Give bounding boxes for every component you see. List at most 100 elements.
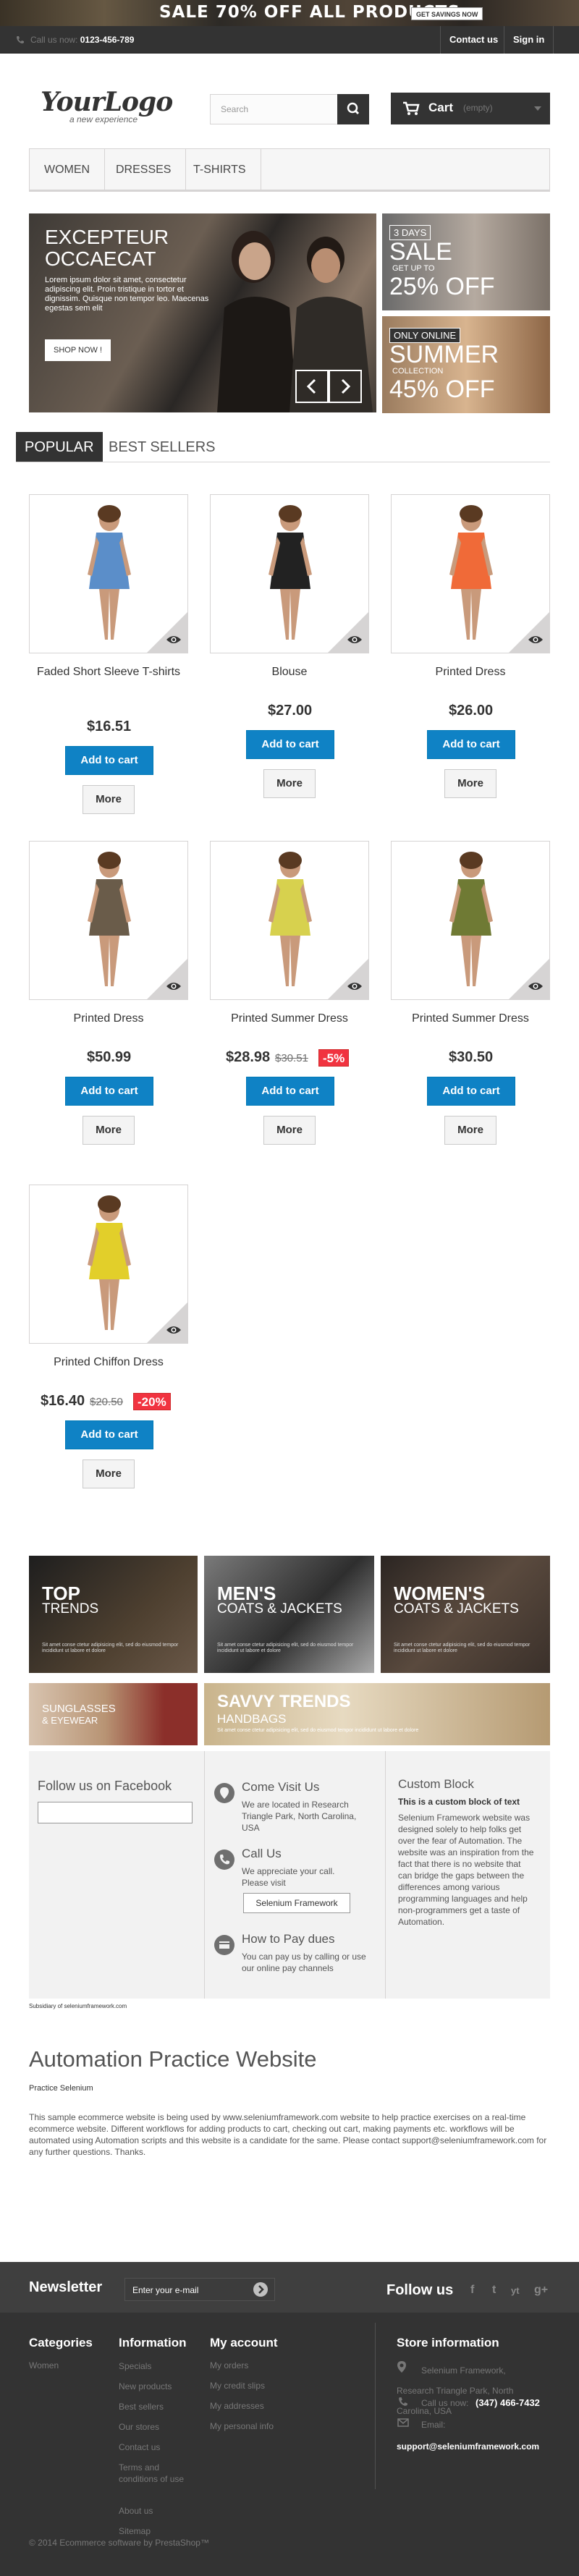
site-logo[interactable]: YourLogo a new experience <box>41 87 173 124</box>
more-button[interactable]: More <box>444 769 496 798</box>
footer-info-link[interactable]: Our stores <box>119 2421 188 2433</box>
banner-mens-coats[interactable]: MEN'S COATS & JACKETS Sit amet conse cte… <box>204 1556 374 1673</box>
product-name[interactable]: Printed Dress <box>29 1012 188 1026</box>
product-price: $50.99 <box>87 1049 132 1065</box>
footer-email[interactable]: support@seleniumframework.com <box>397 2441 539 2452</box>
footer-info-link[interactable]: Best sellers <box>119 2401 188 2412</box>
menu-item-dresses[interactable]: DRESSES <box>101 149 187 190</box>
menu-item-women[interactable]: WOMEN <box>30 149 106 190</box>
search-input[interactable]: Search <box>210 94 369 124</box>
search-button[interactable] <box>337 94 369 124</box>
banner-title: TOP <box>42 1583 80 1604</box>
follow-us-label: Follow us <box>386 2282 454 2298</box>
tab-popular[interactable]: POPULAR <box>16 432 103 462</box>
newsletter-email-input[interactable]: Enter your e-mail <box>124 2278 275 2301</box>
footer-account-title: My account <box>210 2336 278 2350</box>
product-image[interactable] <box>29 1185 188 1344</box>
banner-sub: & EYEWEAR <box>42 1715 98 1726</box>
about-body: This sample ecommerce website is being u… <box>29 2112 547 2157</box>
add-to-cart-button[interactable]: Add to cart <box>427 1077 515 1106</box>
footer-store-address: Selenium Framework, Research Triangle Pa… <box>397 2365 514 2416</box>
footer-account-link[interactable]: My credit slips <box>210 2381 265 2391</box>
shop-now-button[interactable]: SHOP NOW ! <box>45 339 111 361</box>
product-image[interactable] <box>29 841 188 1000</box>
tab-best-sellers[interactable]: BEST SELLERS <box>109 432 215 462</box>
product-image[interactable] <box>391 841 550 1000</box>
promo-summer-45[interactable]: ONLY ONLINE SUMMER COLLECTION 45% OFF <box>382 316 550 413</box>
promo-sale-25[interactable]: 3 DAYS SALE GET UP TO 25% OFF <box>382 213 550 310</box>
quick-view-corner <box>509 959 549 999</box>
add-to-cart-button[interactable]: Add to cart <box>65 1077 153 1106</box>
footer-info-link[interactable]: Specials <box>119 2360 188 2372</box>
slider-prev-button[interactable] <box>295 370 329 403</box>
pay-text: You can pay us by calling or use our onl… <box>242 1952 366 1973</box>
product-name[interactable]: Blouse <box>210 665 369 679</box>
product-name[interactable]: Printed Summer Dress <box>210 1012 369 1026</box>
get-savings-button[interactable]: GET SAVINGS NOW <box>411 7 483 20</box>
product-name[interactable]: Printed Chiffon Dress <box>29 1355 188 1370</box>
eye-icon[interactable] <box>528 980 544 992</box>
footer-info-link[interactable]: Terms and conditions of use <box>119 2462 188 2485</box>
more-button[interactable]: More <box>444 1116 496 1145</box>
home-slider[interactable]: EXCEPTEUR OCCAECAT Lorem ipsum dolor sit… <box>29 213 376 412</box>
eye-icon[interactable] <box>166 980 182 992</box>
more-button[interactable]: More <box>263 769 316 798</box>
newsletter-label: Newsletter <box>29 2279 103 2295</box>
banner-desc: Sit amet conse ctetur adipisicing elit, … <box>42 1643 179 1653</box>
add-to-cart-button[interactable]: Add to cart <box>246 730 334 759</box>
eye-icon[interactable] <box>166 1324 182 1336</box>
phone-icon <box>17 36 24 43</box>
footer-info-link[interactable]: Contact us <box>119 2441 188 2453</box>
banner-handbags[interactable]: SAVVY TRENDS HANDBAGS Sit amet conse cte… <box>204 1683 550 1745</box>
footer-info-link[interactable]: Sitemap <box>119 2525 188 2537</box>
more-button[interactable]: More <box>263 1116 316 1145</box>
more-button[interactable]: More <box>83 785 135 814</box>
product-name[interactable]: Printed Dress <box>391 665 550 679</box>
eye-icon[interactable] <box>528 634 544 645</box>
product-image[interactable] <box>29 494 188 653</box>
banner-sunglasses[interactable]: SUNGLASSES & EYEWEAR <box>29 1683 198 1745</box>
footer-account-link[interactable]: My addresses <box>210 2401 264 2411</box>
add-to-cart-button[interactable]: Add to cart <box>65 1420 153 1449</box>
product-image[interactable] <box>210 494 369 653</box>
add-to-cart-button[interactable]: Add to cart <box>246 1077 334 1106</box>
product-name[interactable]: Faded Short Sleeve T-shirts <box>29 665 188 679</box>
add-to-cart-button[interactable]: Add to cart <box>65 746 153 775</box>
banner-womens-coats[interactable]: WOMEN'S COATS & JACKETS Sit amet conse c… <box>381 1556 550 1673</box>
selenium-framework-button[interactable]: Selenium Framework <box>243 1893 350 1913</box>
newsletter-submit-button[interactable] <box>253 2282 268 2297</box>
facebook-icon[interactable]: f <box>470 2284 474 2297</box>
footer-info-link[interactable]: About us <box>119 2505 188 2517</box>
product-image[interactable] <box>210 841 369 1000</box>
top-promo-banner[interactable]: SALE 70% OFF ALL PRODUCTS GET SAVINGS NO… <box>0 0 579 26</box>
product-image[interactable] <box>391 494 550 653</box>
more-button[interactable]: More <box>83 1459 135 1488</box>
call-title: Call Us <box>242 1847 282 1860</box>
footer-category-women[interactable]: Women <box>29 2360 59 2370</box>
twitter-icon[interactable]: t <box>492 2284 496 2297</box>
contact-us-link[interactable]: Contact us <box>440 26 507 54</box>
banner-sub: TRENDS <box>42 1601 99 1617</box>
youtube-icon[interactable]: yt <box>511 2285 520 2296</box>
banner-sub: COATS & JACKETS <box>394 1601 519 1617</box>
banner-top-trends[interactable]: TOP TRENDS Sit amet conse ctetur adipisi… <box>29 1556 198 1673</box>
eye-icon[interactable] <box>166 634 182 645</box>
quick-view-corner <box>328 612 368 653</box>
add-to-cart-button[interactable]: Add to cart <box>427 730 515 759</box>
chevron-down-icon <box>534 106 541 111</box>
footer-account-link[interactable]: My personal info <box>210 2421 274 2431</box>
eye-icon[interactable] <box>347 980 363 992</box>
facebook-widget[interactable] <box>38 1802 193 1823</box>
footer-account-link[interactable]: My orders <box>210 2360 248 2370</box>
product-price: $16.40 <box>41 1393 85 1409</box>
cart-button[interactable]: Cart (empty) <box>391 93 550 124</box>
product-name[interactable]: Printed Summer Dress <box>391 1012 550 1026</box>
sign-in-link[interactable]: Sign in <box>504 26 554 54</box>
eye-icon[interactable] <box>347 634 363 645</box>
more-button[interactable]: More <box>83 1116 135 1145</box>
google-plus-icon[interactable]: g+ <box>534 2284 548 2297</box>
quick-view-corner <box>147 959 187 999</box>
slider-next-button[interactable] <box>329 370 362 403</box>
menu-item-tshirts[interactable]: T-SHIRTS <box>179 149 261 190</box>
footer-info-link[interactable]: New products <box>119 2381 188 2392</box>
